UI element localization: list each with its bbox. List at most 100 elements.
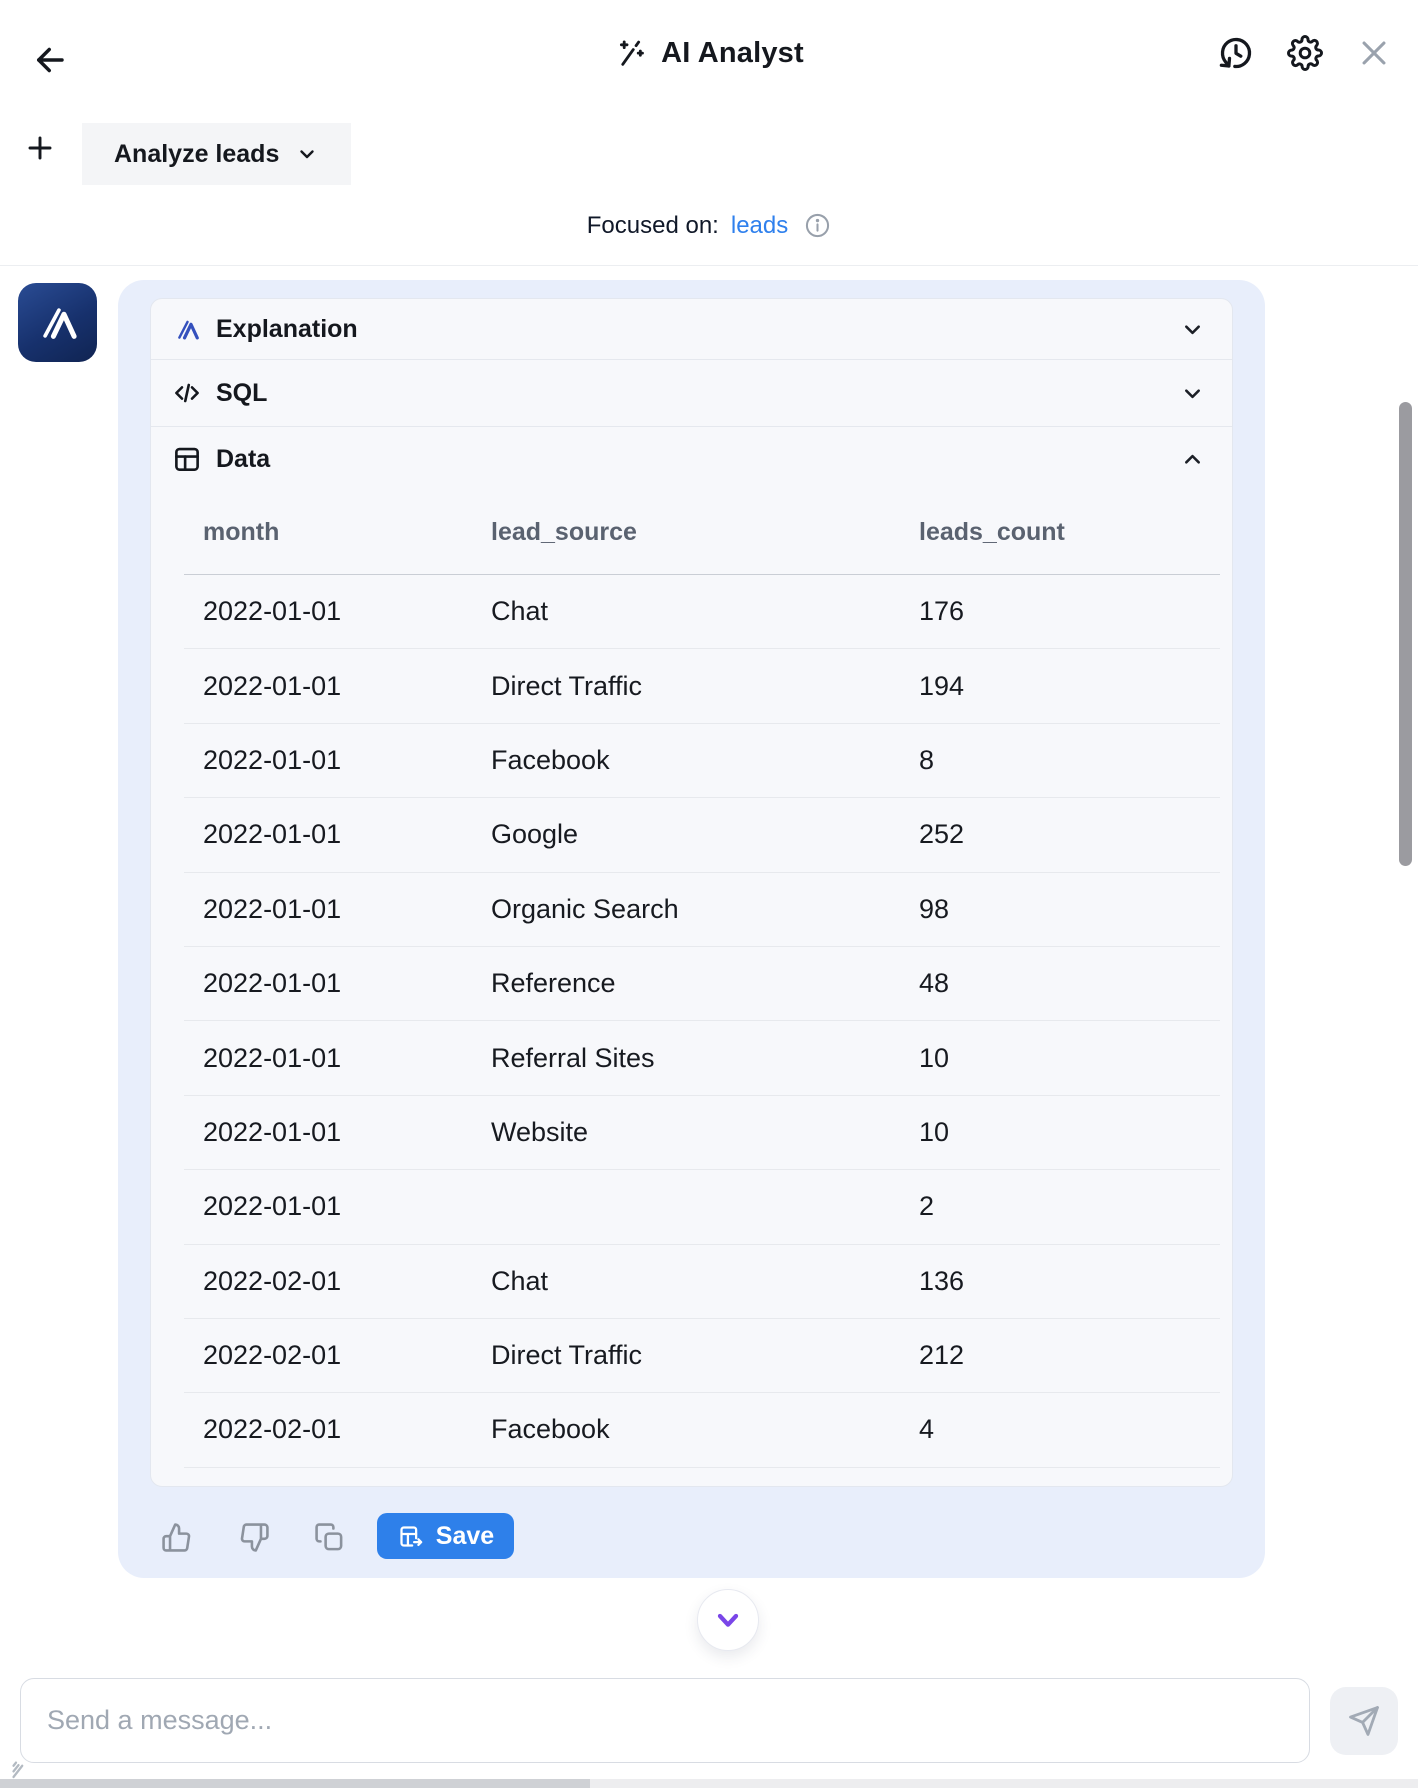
info-button[interactable] <box>804 212 831 239</box>
table-row: 2022-01-01 2 <box>184 1170 1220 1244</box>
cell-month: 2022-01-01 <box>184 745 472 776</box>
app-header: AI Analyst <box>0 0 1418 106</box>
cell-month: 2022-01-01 <box>184 894 472 925</box>
column-header-leads-count: leads_count <box>900 518 1220 547</box>
vertical-scrollbar-thumb[interactable] <box>1399 402 1412 866</box>
cell-leads-count: 98 <box>900 894 1220 925</box>
focus-label: Focused on: <box>587 212 719 240</box>
section-explanation[interactable]: Explanation <box>151 299 1232 360</box>
cell-month: 2022-01-01 <box>184 968 472 999</box>
column-header-lead-source: lead_source <box>472 518 900 547</box>
thumbs-down-button[interactable] <box>236 1519 272 1555</box>
cell-month: 2022-01-01 <box>184 1191 472 1222</box>
cell-leads-count: 252 <box>900 819 1220 850</box>
header-title-group: AI Analyst <box>0 0 1418 106</box>
settings-button[interactable] <box>1285 33 1325 73</box>
cell-leads-count: 8 <box>900 745 1220 776</box>
table-row: 2022-01-01 Referral Sites 10 <box>184 1021 1220 1095</box>
close-button[interactable] <box>1354 33 1394 73</box>
cell-lead-source: Google <box>472 819 900 850</box>
cell-month: 2022-01-01 <box>184 1117 472 1148</box>
data-table: month lead_source leads_count 2022-01-01… <box>184 491 1220 1487</box>
table-row: 2022-01-01 Direct Traffic 194 <box>184 649 1220 723</box>
cell-leads-count: 2 <box>900 1191 1220 1222</box>
cell-month: 2022-01-01 <box>184 596 472 627</box>
thumbs-up-button[interactable] <box>158 1519 194 1555</box>
cell-leads-count: 10 <box>900 1043 1220 1074</box>
table-row: 2022-02-01 Direct Traffic 212 <box>184 1319 1220 1393</box>
cell-month: 2022-02-01 <box>184 1266 472 1297</box>
close-icon <box>1357 36 1391 70</box>
page-title: AI Analyst <box>661 37 804 70</box>
section-sql[interactable]: SQL <box>151 360 1232 427</box>
cell-lead-source: Reference <box>472 968 900 999</box>
save-button[interactable]: Save <box>377 1513 514 1559</box>
history-button[interactable] <box>1216 33 1256 73</box>
copy-icon <box>314 1522 345 1553</box>
assistant-message-card: Explanation SQL <box>118 280 1265 1578</box>
focus-entity-link[interactable]: leads <box>731 212 788 240</box>
resize-grip-icon[interactable] <box>6 1752 36 1782</box>
header-actions <box>1216 33 1394 73</box>
chevron-down-icon <box>295 142 319 166</box>
send-icon <box>1347 1704 1381 1738</box>
section-label: Explanation <box>216 315 358 344</box>
message-input[interactable] <box>20 1678 1310 1763</box>
cell-lead-source: Facebook <box>472 1414 900 1445</box>
cell-lead-source: Chat <box>472 1266 900 1297</box>
info-icon <box>804 212 831 239</box>
new-tab-button[interactable] <box>20 128 60 168</box>
table-row: 2022-01-01 Reference 48 <box>184 947 1220 1021</box>
cell-lead-source: Direct Traffic <box>472 671 900 702</box>
section-label: SQL <box>216 379 267 408</box>
table-row: 2022-01-01 Organic Search 98 <box>184 873 1220 947</box>
tab-analyze-leads[interactable]: Analyze leads <box>82 123 351 185</box>
atlan-logo-icon <box>35 300 81 346</box>
table-row: 2022-01-01 Facebook 8 <box>184 724 1220 798</box>
cell-month: 2022-01-01 <box>184 1043 472 1074</box>
table-row: 2022-01-01 Chat 176 <box>184 575 1220 649</box>
assistant-avatar <box>18 283 97 362</box>
horizontal-scrollbar-track <box>0 1779 1418 1788</box>
cell-month: 2022-01-01 <box>184 819 472 850</box>
gear-icon <box>1287 35 1323 71</box>
plus-icon <box>24 132 56 164</box>
cell-lead-source: Facebook <box>472 745 900 776</box>
table-row: 2022-02-01 Facebook 4 <box>184 1393 1220 1467</box>
cell-lead-source: Direct Traffic <box>472 1340 900 1371</box>
chevron-down-icon <box>1179 316 1206 343</box>
cell-lead-source: Chat <box>472 596 900 627</box>
horizontal-scrollbar-thumb[interactable] <box>0 1779 590 1788</box>
chevron-up-icon <box>1179 446 1206 473</box>
code-icon <box>172 378 202 408</box>
section-data[interactable]: Data <box>151 427 1232 491</box>
cell-leads-count: 136 <box>900 1266 1220 1297</box>
magic-wand-icon <box>614 36 648 70</box>
atlan-logo-icon <box>172 316 202 343</box>
cell-leads-count: 194 <box>900 671 1220 702</box>
table-row-partial: 2022-02-01 Google 212 <box>184 1468 1220 1487</box>
history-icon <box>1218 35 1254 71</box>
cell-leads-count: 48 <box>900 968 1220 999</box>
chevron-down-icon <box>1179 380 1206 407</box>
copy-button[interactable] <box>311 1519 347 1555</box>
cell-lead-source: Referral Sites <box>472 1043 900 1074</box>
cell-leads-count: 176 <box>900 596 1220 627</box>
cell-leads-count: 212 <box>900 1340 1220 1371</box>
cell-month: 2022-01-01 <box>184 671 472 702</box>
cell-month: 2022-02-01 <box>184 1340 472 1371</box>
chevron-down-icon <box>712 1604 744 1636</box>
cell-lead-source: Organic Search <box>472 894 900 925</box>
section-label: Data <box>216 445 270 474</box>
thumbs-up-icon <box>161 1522 192 1553</box>
send-button[interactable] <box>1330 1687 1398 1755</box>
table-icon <box>172 444 202 474</box>
save-button-label: Save <box>436 1522 494 1551</box>
thumbs-down-icon <box>239 1522 270 1553</box>
cell-lead-source: Website <box>472 1117 900 1148</box>
focus-bar: Focused on: leads <box>0 186 1418 266</box>
cell-month: 2022-02-01 <box>184 1414 472 1445</box>
save-table-icon <box>397 1523 424 1550</box>
scroll-to-bottom-button[interactable] <box>697 1589 759 1651</box>
table-header-row: month lead_source leads_count <box>184 491 1220 575</box>
